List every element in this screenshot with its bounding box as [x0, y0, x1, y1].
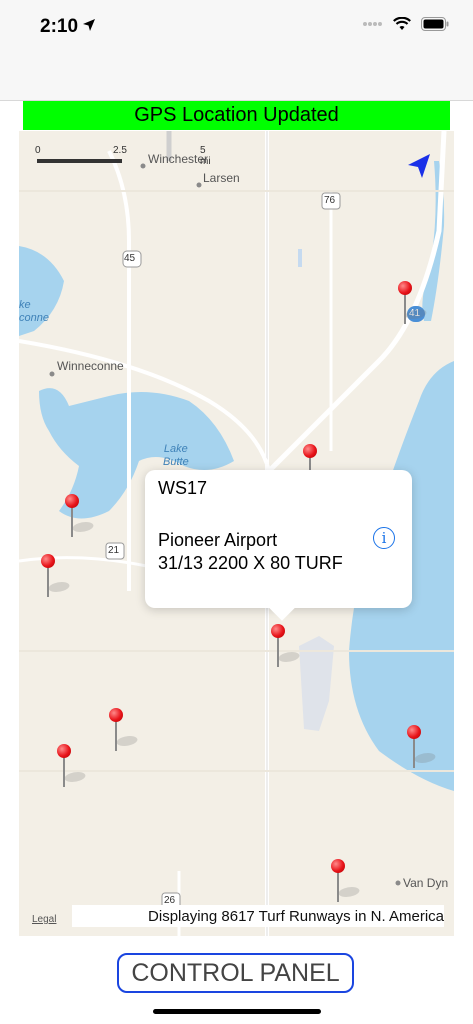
airport-pin-selected[interactable]: [270, 624, 302, 668]
legal-link[interactable]: Legal: [32, 914, 56, 925]
control-panel-button[interactable]: CONTROL PANEL: [117, 953, 354, 993]
airport-callout[interactable]: WS17 Pioneer Airport 31/13 2200 X 80 TUR…: [145, 470, 412, 608]
place-winneconne: Winneconne: [57, 359, 124, 373]
runway-info: 31/13 2200 X 80 TURF: [158, 553, 343, 573]
runway-count-text: Displaying 8617 Turf Runways in N. Ameri…: [148, 907, 444, 925]
scale-zero: 0: [35, 145, 41, 156]
airport-pin[interactable]: [406, 725, 438, 769]
lake-butte-label: Lake Butte: [163, 443, 189, 469]
west-lake-label: ke conne: [19, 299, 49, 324]
airport-pin[interactable]: [40, 554, 72, 598]
signal-icon: [363, 22, 382, 26]
route-21-label: 21: [108, 545, 120, 556]
lake-butte-line2: Butte: [163, 456, 189, 468]
home-indicator[interactable]: [153, 1009, 321, 1014]
scale-bar: 0 2.5 5 mi: [35, 145, 211, 175]
airport-pin[interactable]: [108, 708, 140, 752]
place-van-dyne: Van Dyn: [403, 876, 449, 890]
route-76-label: 76: [324, 195, 336, 206]
airport-pin[interactable]: [64, 494, 96, 538]
airport-ident: WS17: [158, 478, 208, 498]
airport-pin[interactable]: [330, 859, 362, 903]
info-icon[interactable]: i: [373, 527, 395, 549]
status-indicators: [363, 17, 449, 31]
status-time: 2:10: [40, 16, 79, 37]
lake-butte-line1: Lake: [163, 443, 188, 455]
scale-mid: 2.5: [113, 145, 127, 156]
airport-name: Pioneer Airport: [158, 530, 278, 550]
battery-icon: [421, 17, 449, 31]
status-bar: 2:10: [0, 0, 473, 100]
airport-pin[interactable]: [397, 281, 429, 325]
airport-pin[interactable]: [56, 744, 88, 788]
heading-arrow-icon[interactable]: [406, 153, 432, 179]
place-larsen: Larsen: [203, 171, 240, 185]
scale-end: 5 mi: [200, 145, 211, 167]
wifi-icon: [393, 17, 411, 30]
route-us45-label: 45: [124, 253, 136, 264]
location-arrow-icon: [83, 19, 95, 31]
runway-count-banner: Displaying 8617 Turf Runways in N. Ameri…: [72, 905, 444, 927]
scale-bar-fill: [37, 159, 122, 163]
gps-status-banner: GPS Location Updated: [23, 101, 450, 130]
